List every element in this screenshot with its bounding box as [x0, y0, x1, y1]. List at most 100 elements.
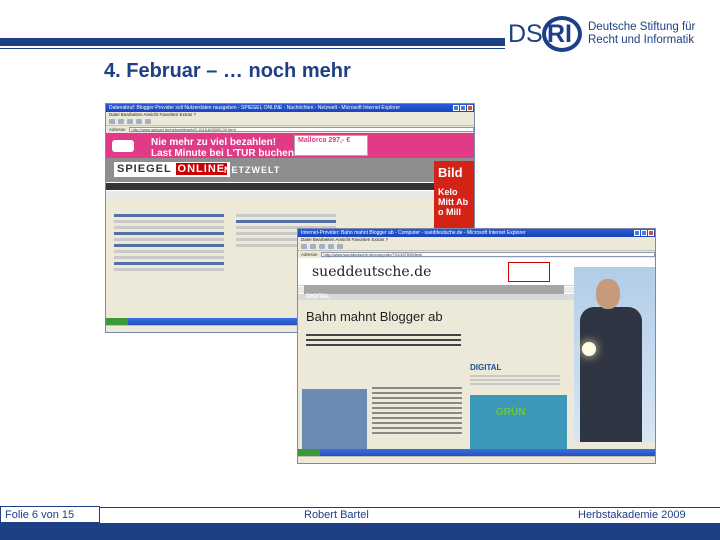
- text-line: [306, 339, 461, 341]
- spiegel-section: NETZWELT: [224, 165, 281, 175]
- spiegel-window-title: Datenabruf: Blogger-Provider soll Nutzer…: [109, 105, 401, 111]
- slide-title: 4. Februar – … noch mehr: [104, 60, 351, 82]
- stop-icon: [127, 119, 133, 124]
- header-bar: [0, 38, 505, 46]
- sued-lead: [306, 334, 461, 349]
- person-body: [580, 307, 642, 442]
- text-line: [470, 375, 560, 377]
- sued-section: DIGITAL: [306, 294, 330, 300]
- ltur-offer-box: Mallorca 297,- €: [294, 135, 368, 156]
- text-line: [470, 379, 560, 381]
- home-icon: [337, 244, 343, 249]
- header-line: [0, 48, 505, 49]
- sueddeutsche-browser-screenshot: Internet-Provider: Bahn mahnt Blogger ab…: [297, 228, 656, 464]
- text-line: [372, 397, 462, 399]
- sued-window-controls: [634, 230, 655, 236]
- maximize-icon: [460, 105, 466, 111]
- spiegel-subnav: [106, 191, 474, 197]
- sued-article-text: [372, 387, 462, 437]
- text-line: [114, 262, 224, 265]
- spiegel-logo-b: ONLINE: [175, 163, 228, 175]
- back-icon: [301, 244, 307, 249]
- logo-line-1: Deutsche Stiftung für: [588, 21, 696, 33]
- spiegel-logo: SPIEGEL ONLINE: [114, 162, 231, 177]
- text-line: [372, 422, 462, 424]
- spiegel-header: SPIEGEL ONLINE NETZWELT: [106, 158, 474, 182]
- sued-headline: Bahn mahnt Blogger ab: [306, 309, 443, 324]
- close-icon: [467, 105, 473, 111]
- text-line: [372, 427, 462, 429]
- spiegel-logo-a: SPIEGEL: [117, 163, 172, 175]
- ltur-logo: [112, 140, 134, 152]
- ltur-ad-banner: Nie mehr zu viel bezahlen! Last Minute b…: [106, 133, 474, 159]
- spiegel-article-column: [114, 214, 224, 274]
- refresh-icon: [328, 244, 334, 249]
- start-button: [298, 449, 320, 456]
- bottom-bar: [0, 523, 720, 540]
- sued-side-links: [470, 375, 560, 387]
- minimize-icon: [634, 230, 640, 236]
- spiegel-address-label: Adresse: [109, 127, 126, 132]
- home-icon: [145, 119, 151, 124]
- spiegel-url-field: http://www.spiegel.de/netzwelt/web/0,151…: [128, 127, 474, 132]
- ltur-ad-text: Nie mehr zu viel bezahlen! Last Minute b…: [151, 137, 297, 159]
- text-line: [306, 334, 461, 336]
- sued-address-label: Adresse: [301, 252, 318, 257]
- sued-window-title: Internet-Provider: Bahn mahnt Blogger ab…: [301, 230, 526, 236]
- spiegel-page: Nie mehr zu viel bezahlen! Last Minute b…: [106, 133, 474, 197]
- bild-logo: Bild: [438, 165, 463, 180]
- spiegel-address-bar: Adresse http://www.spiegel.de/netzwelt/w…: [106, 126, 474, 133]
- text-line: [372, 432, 462, 434]
- text-line: [114, 238, 224, 241]
- sued-toolbar: [298, 243, 655, 251]
- footer-event: Herbstakademie 2009: [578, 509, 686, 521]
- ltur-offer: Mallorca 297,- €: [298, 137, 351, 144]
- sued-section-bar: DIGITAL: [304, 285, 564, 300]
- sued-taskbar: [298, 449, 655, 456]
- text-line: [114, 232, 224, 235]
- text-line: [114, 226, 224, 229]
- text-line: [114, 250, 224, 253]
- start-button: [106, 318, 128, 325]
- logo-text: Deutsche Stiftung für Recht und Informat…: [588, 21, 695, 47]
- text-line: [372, 392, 462, 394]
- refresh-icon: [136, 119, 142, 124]
- ltur-ad-line-1: Nie mehr zu viel bezahlen!: [151, 137, 277, 148]
- text-line: [372, 412, 462, 414]
- footer-author: Robert Bartel: [304, 509, 369, 521]
- bild-ad-text: Kelo Mitt Ab o Mill: [438, 187, 469, 217]
- stop-icon: [319, 244, 325, 249]
- spiegel-titlebar: Datenabruf: Blogger-Provider soll Nutzer…: [106, 104, 474, 112]
- text-line: [470, 383, 560, 385]
- forward-icon: [310, 244, 316, 249]
- sued-statusbar: [298, 456, 655, 463]
- person-head: [596, 279, 620, 309]
- text-line: [372, 402, 462, 404]
- slide-number: Folie 6 von 15: [5, 509, 75, 521]
- text-line: [372, 407, 462, 409]
- logo-ri: RI: [547, 20, 572, 48]
- sued-logo: sueddeutsche.de: [312, 264, 432, 280]
- text-line: [236, 220, 336, 223]
- text-line: [114, 268, 224, 271]
- logo-line-2: Recht und Informatik: [588, 34, 695, 46]
- text-line: [114, 214, 224, 217]
- sued-side-title: DIGITAL: [470, 363, 502, 372]
- text-line: [306, 344, 461, 346]
- sued-person-ad: [574, 267, 655, 442]
- sued-address-bar: Adresse http://www.sueddeutsche.de/compu…: [298, 251, 655, 258]
- footer-line: [0, 507, 720, 508]
- text-line: [114, 256, 224, 259]
- lightbulb-icon: [582, 342, 596, 356]
- dsri-logo: DS RI Deutsche Stiftung für Recht und In…: [508, 16, 718, 56]
- text-line: [114, 220, 224, 223]
- close-icon: [648, 230, 654, 236]
- spiegel-toolbar: [106, 118, 474, 126]
- forward-icon: [118, 119, 124, 124]
- text-line: [372, 387, 462, 389]
- maximize-icon: [641, 230, 647, 236]
- back-icon: [109, 119, 115, 124]
- logo-ds: DS: [508, 20, 543, 48]
- text-line: [114, 244, 224, 247]
- spiegel-window-controls: [453, 105, 474, 111]
